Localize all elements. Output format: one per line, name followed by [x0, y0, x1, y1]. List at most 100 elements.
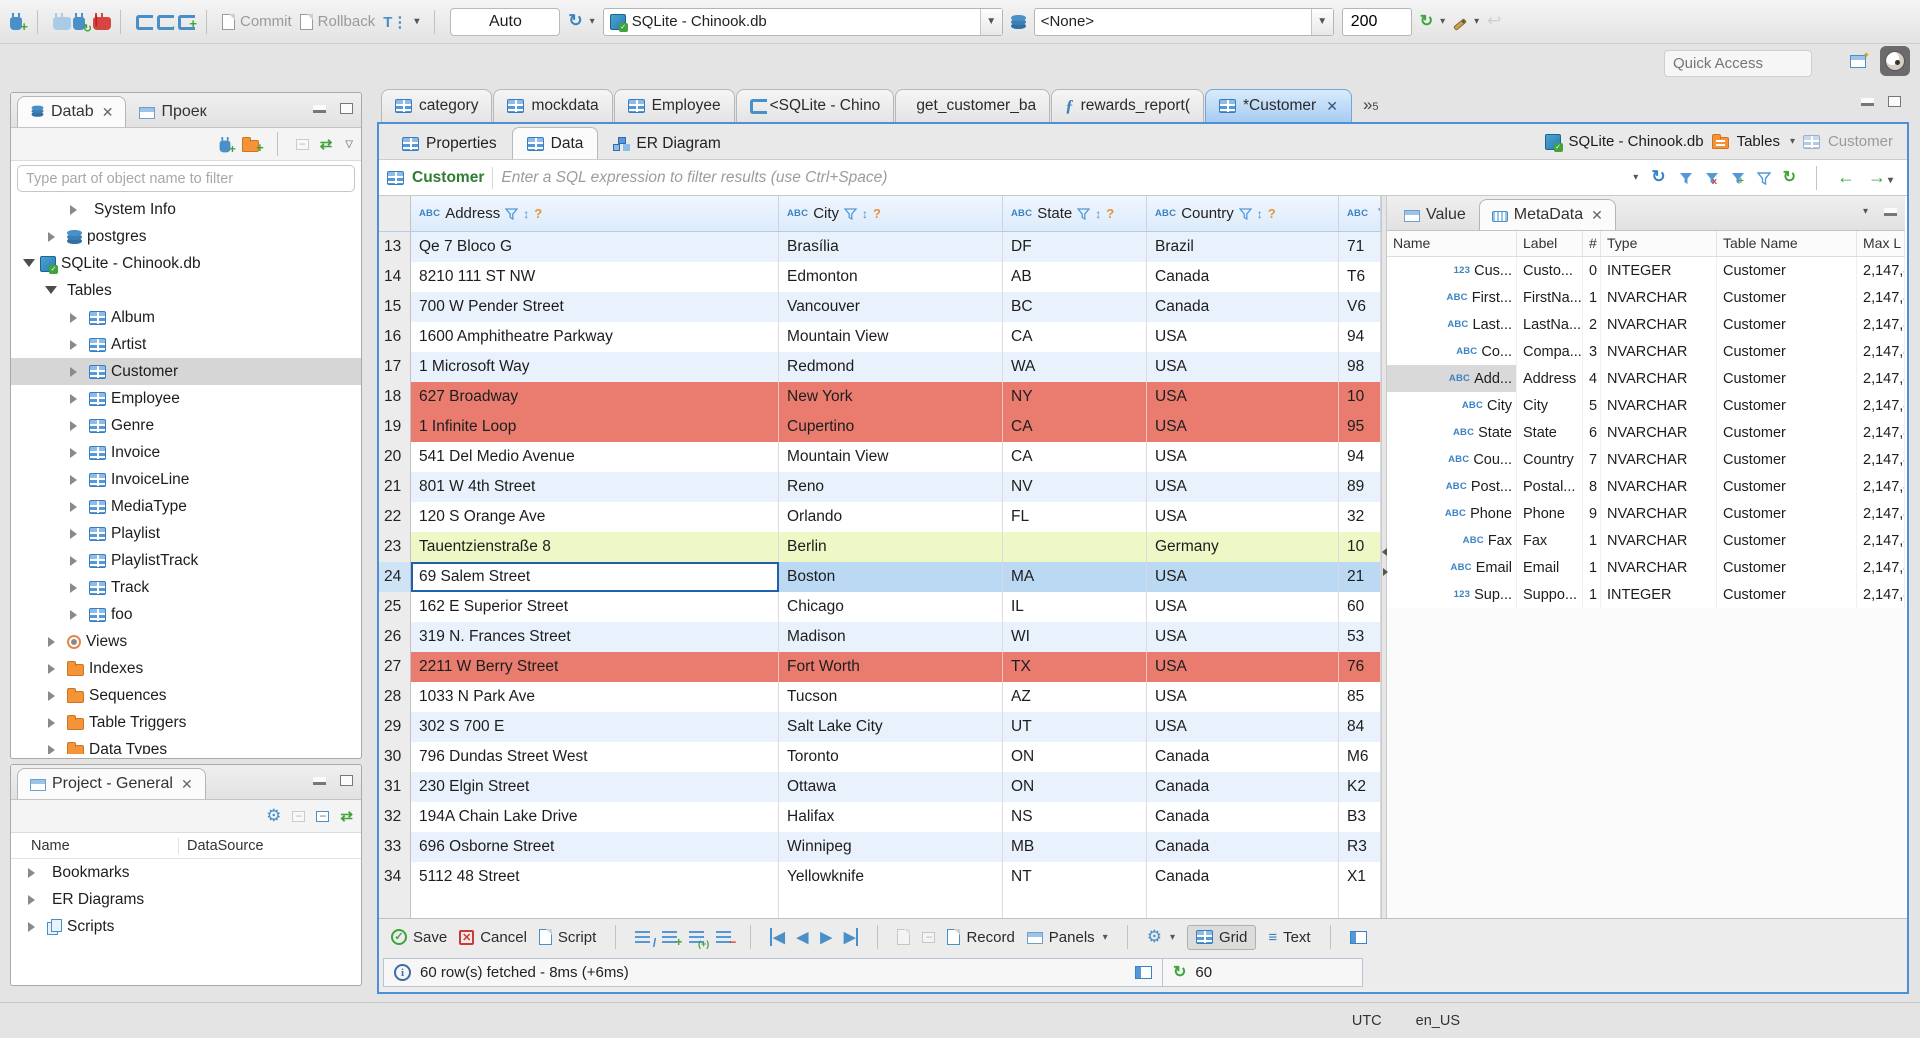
row-number[interactable]: 20 — [379, 442, 411, 472]
cell-state[interactable]: AB — [1003, 262, 1147, 292]
expand-arrow-icon[interactable] — [70, 501, 82, 512]
tree-item[interactable]: MediaType — [11, 493, 361, 520]
cell-city[interactable]: Boston — [779, 562, 1003, 592]
editor-subtab[interactable]: ER Diagram — [598, 127, 735, 159]
tab-projects[interactable]: Проек — [126, 96, 219, 127]
reconnect-icon[interactable]: ↻ — [73, 13, 92, 35]
cell-postal[interactable]: 85 — [1339, 682, 1381, 712]
metadata-row[interactable]: ABC Email Email 1 NVARCHAR Customer 2,147… — [1387, 554, 1905, 581]
cell-country[interactable]: USA — [1147, 442, 1339, 472]
metadata-row[interactable]: ABC State State 6 NVARCHAR Customer 2,147… — [1387, 419, 1905, 446]
cell-country[interactable]: Germany — [1147, 532, 1339, 562]
column-header-datasource[interactable]: DataSource — [179, 838, 264, 854]
transaction-log-button[interactable]: T⋮ ▾ — [383, 13, 419, 31]
cell-postal[interactable]: R3 — [1339, 832, 1381, 862]
expand-arrow-icon[interactable] — [70, 312, 82, 323]
more-tabs-indicator[interactable]: »5 — [1363, 95, 1379, 115]
cell-city[interactable]: Yellowknife — [779, 862, 1003, 892]
minimize-icon[interactable] — [313, 104, 326, 113]
close-icon[interactable]: ✕ — [1326, 98, 1338, 115]
row-number[interactable]: 30 — [379, 742, 411, 772]
metadata-col-name[interactable]: Name — [1387, 231, 1517, 256]
link-with-editor-icon[interactable] — [320, 135, 333, 153]
cell-country[interactable]: USA — [1147, 622, 1339, 652]
cell-address[interactable]: 302 S 700 E — [411, 712, 779, 742]
tree-item[interactable]: Tables — [11, 277, 361, 304]
cell-country[interactable]: USA — [1147, 382, 1339, 412]
cell-address[interactable]: 627 Broadway — [411, 382, 779, 412]
row-number[interactable]: 33 — [379, 832, 411, 862]
expand-arrow-icon[interactable] — [70, 339, 82, 350]
filter-dropdown-icon[interactable]: ▾ — [1633, 172, 1638, 183]
cell-postal[interactable]: 71 — [1339, 232, 1381, 262]
cell-city[interactable]: Tucson — [779, 682, 1003, 712]
cell-postal[interactable]: 76 — [1339, 652, 1381, 682]
cell-state[interactable] — [1003, 532, 1147, 562]
cell-postal[interactable]: 10 — [1339, 382, 1381, 412]
cell-postal[interactable]: 98 — [1339, 352, 1381, 382]
cell-postal[interactable]: 60 — [1339, 592, 1381, 622]
script-button[interactable]: Script — [538, 929, 596, 946]
schema-combo[interactable]: <None> ▼ — [1033, 7, 1334, 36]
cell-state[interactable]: UT — [1003, 712, 1147, 742]
row-number[interactable]: 22 — [379, 502, 411, 532]
cell-city[interactable]: Fort Worth — [779, 652, 1003, 682]
cell-city[interactable]: Ottawa — [779, 772, 1003, 802]
row-number[interactable]: 18 — [379, 382, 411, 412]
rollback-button[interactable]: Rollback — [299, 13, 375, 30]
cell-postal[interactable]: M6 — [1339, 742, 1381, 772]
cell-state[interactable]: NS — [1003, 802, 1147, 832]
cell-country[interactable]: USA — [1147, 682, 1339, 712]
cell-postal[interactable]: 94 — [1339, 442, 1381, 472]
filter-menu-icon[interactable] — [1756, 171, 1771, 185]
cell-state[interactable]: ON — [1003, 772, 1147, 802]
cell-country[interactable]: USA — [1147, 562, 1339, 592]
view-menu-icon[interactable]: ▾ — [1863, 206, 1868, 217]
filter-input[interactable]: Enter a SQL expression to filter results… — [501, 169, 887, 187]
grid-column-header[interactable]: ABC ↕ ? — [1339, 196, 1381, 231]
cell-address[interactable]: 162 E Superior Street — [411, 592, 779, 622]
refresh-icon[interactable] — [1173, 964, 1186, 981]
cell-state[interactable]: IL — [1003, 592, 1147, 622]
row-number[interactable]: 15 — [379, 292, 411, 322]
editor-tab[interactable]: category ✕ — [381, 89, 493, 122]
breadcrumb-entity[interactable]: Customer — [1828, 133, 1893, 150]
connection-combo[interactable]: SQLite - Chinook.db ▼ — [602, 7, 1003, 36]
metadata-col-num[interactable]: # — [1583, 231, 1601, 256]
expand-arrow-icon[interactable] — [70, 582, 82, 593]
cell-postal[interactable]: T6 — [1339, 262, 1381, 292]
breadcrumb-connection[interactable]: SQLite - Chinook.db — [1569, 133, 1704, 150]
tree-item[interactable]: Genre — [11, 412, 361, 439]
add-row-icon[interactable]: + — [662, 930, 682, 949]
grid-column-header[interactable]: ABC City ↕ ? — [779, 196, 1003, 231]
cell-address[interactable]: 1600 Amphitheatre Parkway — [411, 322, 779, 352]
expand-arrow-icon[interactable] — [70, 555, 82, 566]
minimize-icon[interactable] — [313, 776, 326, 785]
cell-state[interactable]: MA — [1003, 562, 1147, 592]
cancel-button[interactable]: ✕ Cancel — [459, 929, 527, 946]
metadata-row[interactable]: ABC Post... Postal... 8 NVARCHAR Customer… — [1387, 473, 1905, 500]
expand-arrow-icon[interactable] — [70, 528, 82, 539]
editor-tab[interactable]: Employee ✕ — [613, 89, 735, 122]
tree-item[interactable]: Invoice — [11, 439, 361, 466]
cell-country[interactable]: USA — [1147, 502, 1339, 532]
cell-country[interactable]: Canada — [1147, 862, 1339, 892]
cell-postal[interactable]: 10 — [1339, 532, 1381, 562]
filter-remove-icon[interactable]: x — [1705, 172, 1718, 185]
tab-project-general[interactable]: Project - General ✕ — [17, 768, 206, 799]
cell-address[interactable]: 1033 N Park Ave — [411, 682, 779, 712]
tree-item[interactable]: InvoiceLine — [11, 466, 361, 493]
settings-button[interactable]: ▾ — [1147, 929, 1175, 946]
cell-city[interactable]: Berlin — [779, 532, 1003, 562]
sort-question-icon[interactable]: ? — [1106, 206, 1114, 221]
delete-row-icon[interactable]: − — [716, 930, 736, 949]
cell-address[interactable]: 801 W 4th Street — [411, 472, 779, 502]
close-icon[interactable]: ✕ — [102, 104, 114, 121]
row-number[interactable]: 17 — [379, 352, 411, 382]
expand-all-icon[interactable] — [316, 809, 330, 823]
expand-arrow-icon[interactable] — [28, 894, 40, 905]
project-item[interactable]: ER Diagrams — [11, 886, 361, 913]
column-filter-icon[interactable] — [1238, 207, 1252, 220]
new-connection-icon[interactable]: + — [10, 13, 28, 34]
panel-toggle-icon[interactable] — [1135, 966, 1152, 979]
